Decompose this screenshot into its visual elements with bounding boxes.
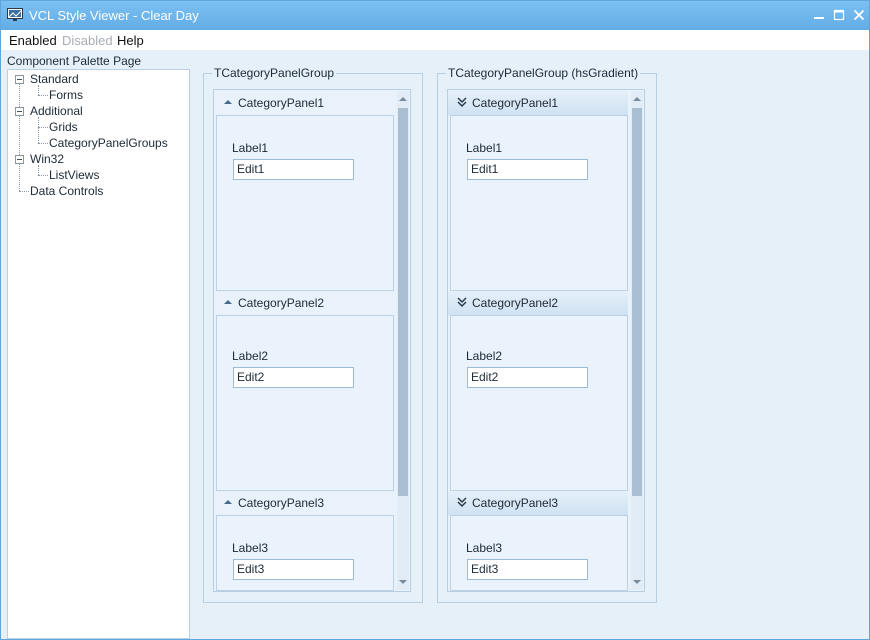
palette-label: Component Palette Page <box>7 54 142 68</box>
edit-field[interactable]: Edit2 <box>467 367 588 388</box>
double-chevron-down-icon <box>457 497 467 508</box>
scrollbar-thumb[interactable] <box>398 108 408 496</box>
edit-field[interactable]: Edit3 <box>467 559 588 580</box>
category-panel-title: CategoryPanel2 <box>472 296 559 310</box>
category-panel-group-gradient: CategoryPanel1 Label1 Edit1 CategoryPane… <box>447 89 645 592</box>
menu-help[interactable]: Help <box>117 33 144 48</box>
groupbox-caption: TCategoryPanelGroup <box>212 66 337 80</box>
tree-node-win32[interactable]: Win32 <box>30 152 64 166</box>
category-panel-header[interactable]: CategoryPanel3 <box>448 491 628 515</box>
tree-node-data-controls[interactable]: Data Controls <box>30 184 103 198</box>
tree-node-grids[interactable]: Grids <box>49 120 78 134</box>
tree-node-forms[interactable]: Forms <box>49 88 83 102</box>
scroll-down-icon[interactable] <box>631 576 643 588</box>
collapse-icon[interactable] <box>15 75 24 84</box>
menu-bar: Enabled Disabled Help <box>1 30 869 50</box>
tree-line <box>19 191 29 192</box>
collapse-arrow-icon <box>224 100 232 104</box>
scroll-down-icon[interactable] <box>397 576 409 588</box>
double-chevron-down-icon <box>457 297 467 308</box>
panel-label: Label1 <box>466 141 503 155</box>
category-panel-body: Label1 Edit1 <box>216 115 394 291</box>
tree-line <box>38 95 48 96</box>
palette-tree[interactable]: Standard Forms Additional Grids Category… <box>7 69 190 639</box>
category-panel-body: Label3 Edit3 <box>450 515 628 591</box>
tree-node-standard[interactable]: Standard <box>30 72 79 86</box>
tree-node-additional[interactable]: Additional <box>30 104 83 118</box>
category-panel-body: Label2 Edit2 <box>450 315 628 491</box>
category-panel-header[interactable]: CategoryPanel1 <box>448 91 628 115</box>
tree-line <box>38 117 39 143</box>
edit-field[interactable]: Edit1 <box>233 159 354 180</box>
vertical-scrollbar[interactable] <box>631 91 643 590</box>
collapse-arrow-icon <box>224 500 232 504</box>
tree-line <box>19 79 20 191</box>
category-panel-title: CategoryPanel1 <box>238 96 325 110</box>
category-panel-title: CategoryPanel3 <box>238 496 325 510</box>
category-panel-title: CategoryPanel3 <box>472 496 559 510</box>
close-icon[interactable] <box>849 6 869 24</box>
scrollbar-thumb[interactable] <box>632 108 642 496</box>
tree-node-categorypanelgroups[interactable]: CategoryPanelGroups <box>49 136 168 150</box>
panel-label: Label3 <box>232 541 269 555</box>
tree-line <box>38 85 39 95</box>
menu-disabled[interactable]: Disabled <box>62 33 113 48</box>
panel-label: Label3 <box>466 541 503 555</box>
category-panel-header[interactable]: CategoryPanel2 <box>214 291 396 315</box>
edit-field[interactable]: Edit2 <box>233 367 354 388</box>
scroll-up-icon[interactable] <box>631 93 643 105</box>
collapse-arrow-icon <box>224 300 232 304</box>
main-window: VCL Style Viewer - Clear Day Enabled Dis… <box>0 0 870 640</box>
collapse-icon[interactable] <box>15 155 24 164</box>
menu-enabled[interactable]: Enabled <box>9 33 57 48</box>
category-panel-header[interactable]: CategoryPanel2 <box>448 291 628 315</box>
minimize-icon[interactable] <box>809 6 829 24</box>
tree-line <box>38 175 48 176</box>
double-chevron-down-icon <box>457 97 467 108</box>
edit-field[interactable]: Edit3 <box>233 559 354 580</box>
category-panel-header[interactable]: CategoryPanel3 <box>214 491 396 515</box>
category-panel-body: Label3 Edit3 <box>216 515 394 591</box>
edit-field[interactable]: Edit1 <box>467 159 588 180</box>
category-panel-body: Label1 Edit1 <box>450 115 628 291</box>
category-panel-title: CategoryPanel2 <box>238 296 325 310</box>
category-panel-body: Label2 Edit2 <box>216 315 394 491</box>
category-panel-group: CategoryPanel1 Label1 Edit1 CategoryPane… <box>213 89 411 592</box>
vertical-scrollbar[interactable] <box>397 91 409 590</box>
tree-line <box>38 165 39 175</box>
panel-label: Label2 <box>466 349 503 363</box>
category-panel-title: CategoryPanel1 <box>472 96 559 110</box>
collapse-icon[interactable] <box>15 107 24 116</box>
window-title: VCL Style Viewer - Clear Day <box>29 8 199 23</box>
panel-label: Label2 <box>232 349 269 363</box>
panel-label: Label1 <box>232 141 269 155</box>
groupbox-caption: TCategoryPanelGroup (hsGradient) <box>446 66 641 80</box>
maximize-icon[interactable] <box>829 6 849 24</box>
tree-line <box>38 127 48 128</box>
tree-line <box>38 143 48 144</box>
scroll-up-icon[interactable] <box>397 93 409 105</box>
app-icon <box>7 8 23 21</box>
category-panel-header[interactable]: CategoryPanel1 <box>214 91 396 115</box>
tree-node-listviews[interactable]: ListViews <box>49 168 99 182</box>
title-bar[interactable]: VCL Style Viewer - Clear Day <box>1 1 869 30</box>
